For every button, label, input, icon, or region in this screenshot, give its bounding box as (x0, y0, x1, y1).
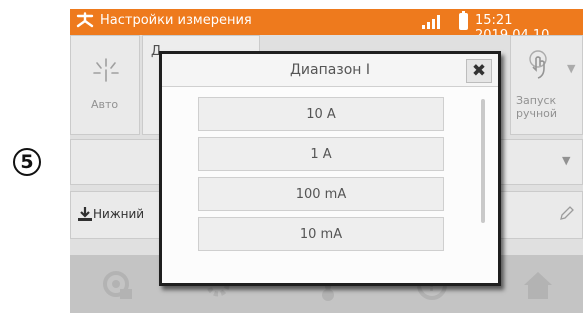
range-option-10ma[interactable]: 10 mA (198, 217, 444, 251)
battery-icon (459, 11, 468, 30)
close-icon[interactable]: ✖ (466, 59, 492, 83)
range-option-10a[interactable]: 10 A (198, 97, 444, 131)
settings-fan-icon (76, 12, 94, 28)
signal-icon (422, 15, 440, 29)
range-option-100ma[interactable]: 100 mA (198, 177, 444, 211)
range-option-1a[interactable]: 1 A (198, 137, 444, 171)
range-option-list: 10 A 1 A 100 mA 10 mA (162, 87, 498, 283)
dialog-header: Диапазон I ✖ (162, 54, 498, 87)
scrollbar[interactable] (481, 99, 485, 223)
step-callout-badge: 5 (13, 148, 41, 176)
dialog-title: Диапазон I (289, 62, 371, 78)
range-dialog: Диапазон I ✖ 10 A 1 A 100 mA 10 mA (159, 51, 501, 286)
status-bar: Настройки измерения 15:21 2019.04.10 (70, 9, 583, 43)
device-screen: Настройки измерения 15:21 2019.04.10 Авт… (70, 9, 583, 313)
screen-title: Настройки измерения (100, 13, 252, 28)
